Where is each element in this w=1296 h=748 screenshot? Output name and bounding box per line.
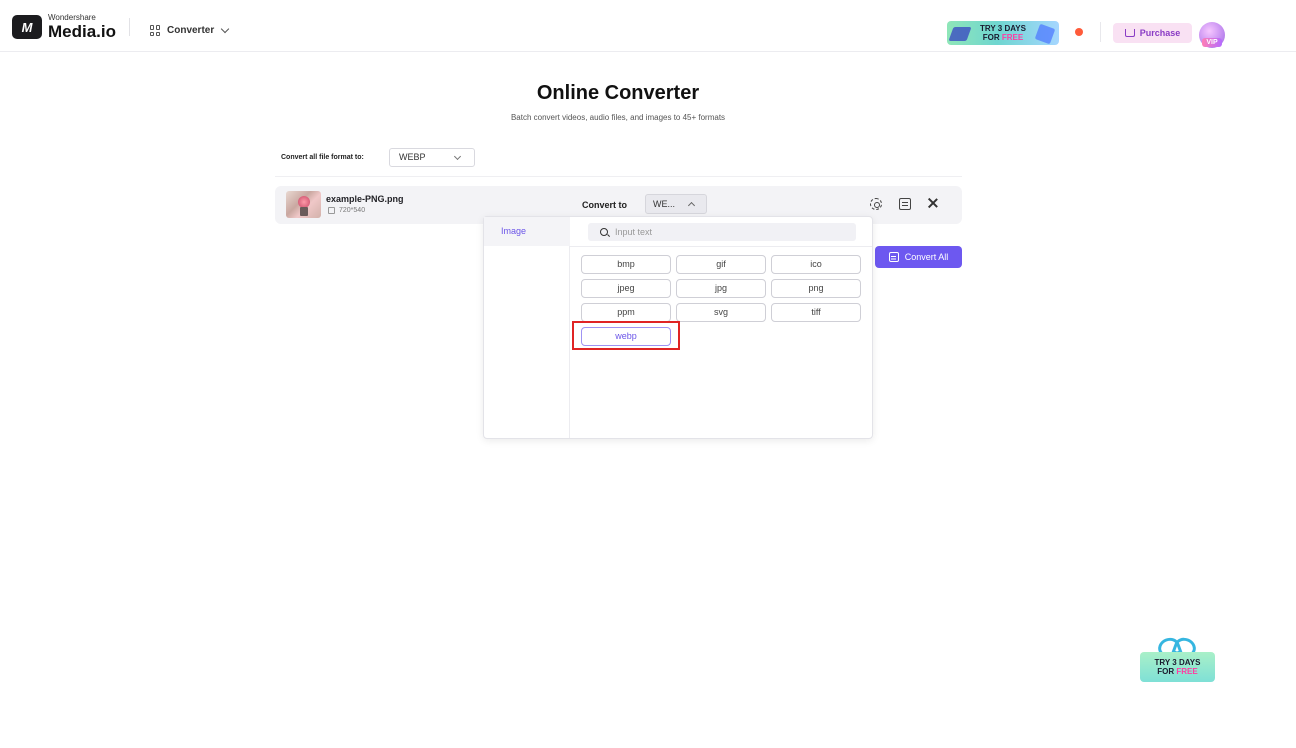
convert-icon[interactable] — [899, 198, 911, 210]
search-icon — [600, 228, 608, 236]
format-option-jpeg[interactable]: jpeg — [581, 279, 671, 298]
brand-small: Wondershare — [48, 13, 96, 22]
cart-icon — [1124, 29, 1135, 37]
chevron-up-icon — [687, 201, 696, 210]
converter-menu-label: Converter — [167, 25, 215, 36]
brand-big: Media.io — [48, 22, 117, 41]
format-option-jpg[interactable]: jpg — [676, 279, 766, 298]
close-icon[interactable] — [926, 196, 940, 210]
convert-to-value: WE... — [653, 199, 675, 209]
format-option-gif[interactable]: gif — [676, 255, 766, 274]
floating-promo-text: TRY 3 DAYS FOR FREE — [1140, 652, 1215, 682]
logo-text: Wondershare Media.io — [48, 13, 117, 41]
chevron-down-icon — [453, 152, 462, 161]
promo-text: TRY 3 DAYS FOR FREE — [973, 24, 1033, 42]
top-header: M Wondershare Media.io Converter TRY 3 D… — [0, 0, 1296, 52]
format-search-input[interactable]: Input text — [588, 223, 856, 241]
convert-all-format-value: WEBP — [399, 152, 426, 162]
vip-badge: VIP — [1202, 38, 1222, 47]
convert-to-label: Convert to — [582, 200, 627, 210]
floating-trial-gift[interactable]: TRY 3 DAYS FOR FREE — [1140, 636, 1215, 682]
format-option-ico[interactable]: ico — [771, 255, 861, 274]
purchase-label: Purchase — [1139, 28, 1181, 38]
file-name: example-PNG.png — [326, 194, 404, 204]
file-resolution: 720*540 — [328, 207, 365, 214]
promo-line1: TRY 3 DAYS — [980, 24, 1026, 33]
divider — [275, 176, 962, 177]
format-option-bmp[interactable]: bmp — [581, 255, 671, 274]
format-option-ppm[interactable]: ppm — [581, 303, 671, 322]
convert-all-label: Convert All — [904, 252, 949, 262]
category-tab-image[interactable]: Image — [484, 217, 570, 246]
header-divider — [1100, 22, 1101, 42]
gear-icon[interactable] — [870, 198, 882, 210]
convert-to-select[interactable]: WE... — [645, 194, 707, 214]
promo-decoration — [1034, 23, 1056, 45]
divider — [570, 246, 872, 247]
purchase-button[interactable]: Purchase — [1113, 23, 1192, 43]
notification-dot[interactable] — [1075, 28, 1083, 36]
free-trial-banner[interactable]: TRY 3 DAYS FOR FREE — [947, 21, 1059, 45]
chevron-down-icon — [221, 24, 230, 34]
file-resolution-value: 720*540 — [339, 207, 366, 214]
selection-highlight — [572, 321, 680, 350]
promo-free: FREE — [1001, 33, 1024, 42]
format-category-list: Image — [484, 217, 570, 438]
resolution-icon — [328, 207, 335, 214]
search-placeholder: Input text — [615, 227, 653, 237]
grid-icon — [150, 25, 161, 36]
page-title: Online Converter — [536, 82, 700, 104]
promo-for: FOR — [982, 33, 1000, 42]
float-promo-for: FOR — [1157, 667, 1175, 676]
convert-all-button[interactable]: Convert All — [875, 246, 962, 268]
convert-icon — [888, 252, 899, 262]
header-divider — [129, 18, 130, 36]
media-io-logo[interactable]: M Wondershare Media.io — [12, 14, 116, 40]
convert-all-format-select[interactable]: WEBP — [389, 148, 475, 167]
page-subtitle: Batch convert videos, audio files, and i… — [510, 113, 726, 122]
convert-all-format-label: Convert all file format to: — [281, 154, 364, 161]
float-promo-line1: TRY 3 DAYS — [1154, 658, 1201, 667]
media-io-logo-icon: M — [12, 15, 42, 39]
format-option-tiff[interactable]: tiff — [771, 303, 861, 322]
file-thumbnail — [286, 191, 321, 218]
converter-menu[interactable]: Converter — [150, 24, 230, 36]
float-promo-free: FREE — [1176, 667, 1198, 676]
format-option-png[interactable]: png — [771, 279, 861, 298]
format-option-svg[interactable]: svg — [676, 303, 766, 322]
promo-decoration — [948, 27, 972, 41]
